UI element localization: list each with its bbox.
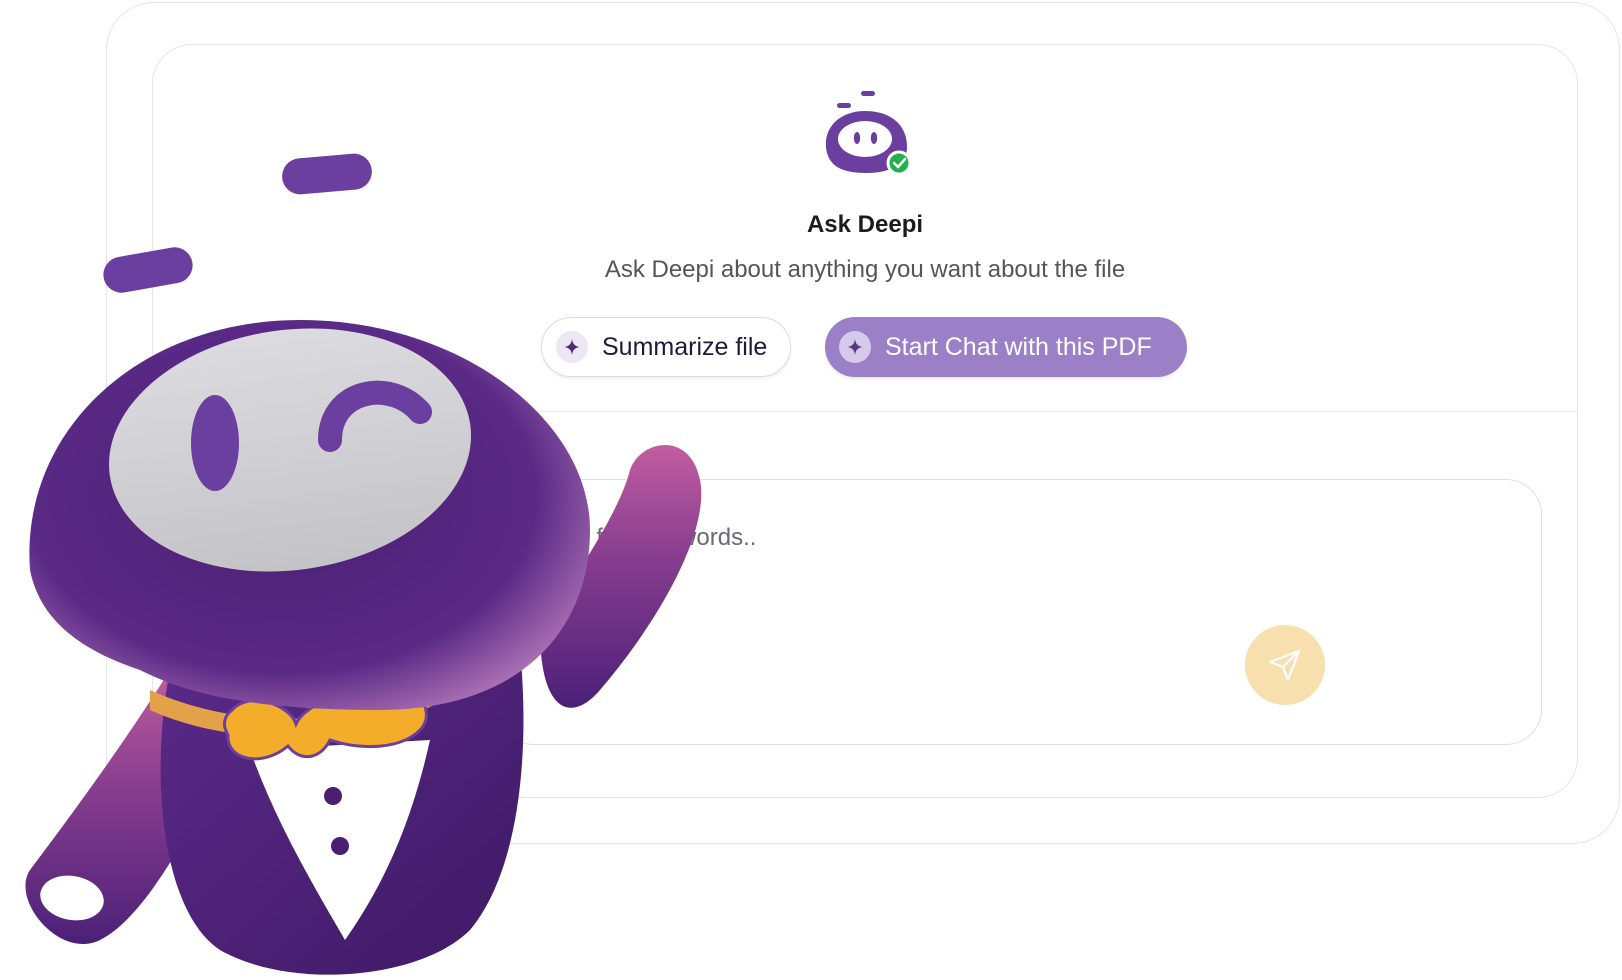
deepi-mascot: [25, 153, 702, 975]
start-chat-button[interactable]: Start Chat with this PDF: [825, 317, 1187, 377]
deepi-logo-icon: [825, 91, 912, 176]
start-chat-label: Start Chat with this PDF: [885, 332, 1152, 361]
send-icon: [1268, 649, 1301, 682]
sparkle-icon: [839, 331, 871, 363]
send-button[interactable]: [1245, 625, 1325, 705]
check-badge-icon: [886, 150, 912, 176]
app-stage: Ask Deepi Ask Deepi about anything you w…: [0, 0, 1622, 980]
